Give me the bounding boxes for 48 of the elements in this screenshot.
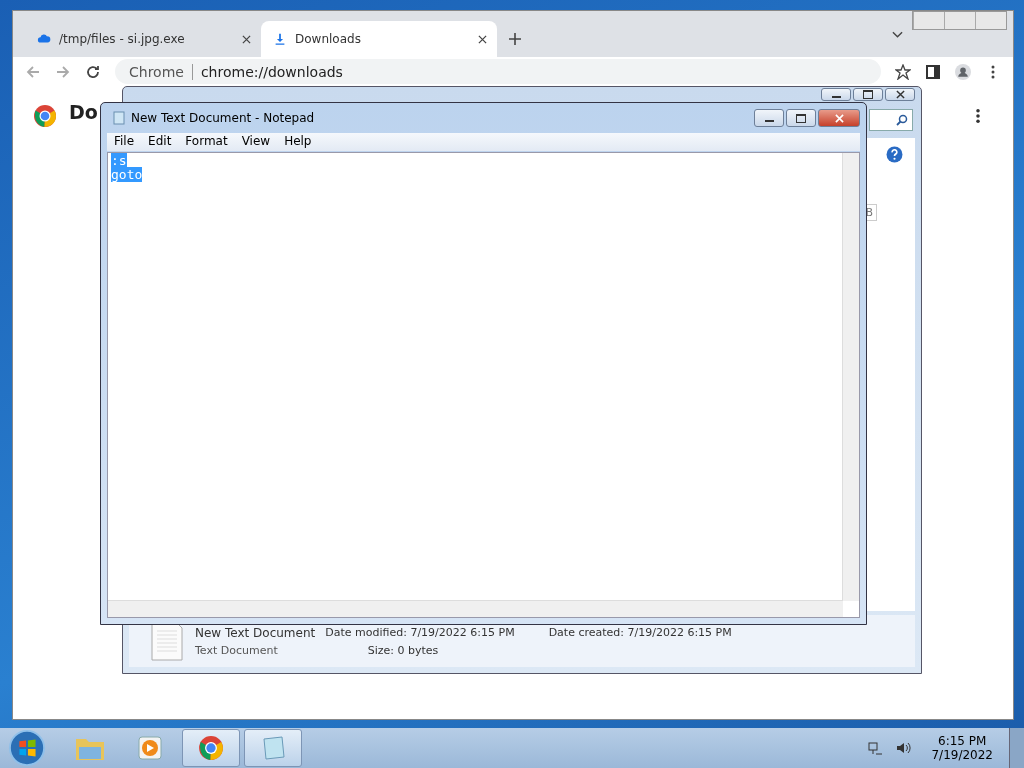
- taskbar-button[interactable]: [182, 729, 240, 767]
- caret-icon[interactable]: [892, 31, 903, 39]
- page-heading: Do: [69, 101, 98, 123]
- close-icon[interactable]: [478, 34, 487, 44]
- chrome-icon: [196, 735, 226, 761]
- close-button[interactable]: [885, 88, 915, 101]
- window-title: New Text Document - Notepad: [131, 111, 316, 125]
- menu-item[interactable]: Help: [277, 133, 319, 151]
- minimize-button[interactable]: [821, 88, 851, 101]
- detail-field: Date created: 7/19/2022 6:15 PM: [548, 625, 732, 640]
- browser-tab[interactable]: /tmp/files - si.jpg.exe: [25, 21, 261, 57]
- help-icon[interactable]: [886, 146, 903, 163]
- close-icon: [834, 113, 844, 123]
- profile-icon[interactable]: [955, 63, 971, 80]
- maximize-button[interactable]: [853, 88, 883, 101]
- detail-field: Date modified: 7/19/2022 6:15 PM: [325, 625, 515, 640]
- clock[interactable]: 6:15 PM 7/19/2022: [919, 734, 1005, 762]
- reload-icon[interactable]: [85, 63, 101, 80]
- detail-field: Size: 0 bytes: [367, 643, 439, 657]
- side-panel-icon[interactable]: [925, 63, 941, 80]
- close-icon: [895, 90, 905, 99]
- download-icon: [273, 32, 287, 46]
- more-icon[interactable]: [975, 108, 981, 124]
- close-icon[interactable]: [242, 34, 251, 44]
- chrome-logo-icon: [33, 104, 57, 128]
- menu-item[interactable]: Format: [178, 133, 235, 151]
- file-type: Text Document: [195, 643, 278, 657]
- search-field[interactable]: [869, 109, 913, 131]
- media-player-icon: [135, 735, 165, 761]
- vertical-scrollbar[interactable]: [842, 153, 859, 601]
- start-button[interactable]: [8, 729, 46, 767]
- menu-item[interactable]: View: [234, 133, 278, 151]
- maximize-button[interactable]: [786, 109, 816, 127]
- browser-tab[interactable]: Downloads: [261, 21, 497, 57]
- minimize-button[interactable]: [754, 109, 784, 127]
- notepad-icon: [113, 111, 125, 125]
- taskbar-button[interactable]: [244, 729, 302, 767]
- network-icon[interactable]: [867, 740, 884, 756]
- new-tab-icon[interactable]: [509, 33, 521, 45]
- cloud-icon: [37, 32, 51, 46]
- menu-item[interactable]: File: [107, 133, 142, 151]
- address-bar[interactable]: Chrome chrome://downloads: [115, 59, 881, 84]
- horizontal-scrollbar[interactable]: [108, 600, 843, 617]
- speaker-icon[interactable]: [895, 740, 912, 756]
- menu-item[interactable]: Edit: [141, 133, 179, 151]
- search-icon: [896, 114, 908, 126]
- star-icon[interactable]: [895, 63, 911, 80]
- file-name: New Text Document: [195, 625, 316, 640]
